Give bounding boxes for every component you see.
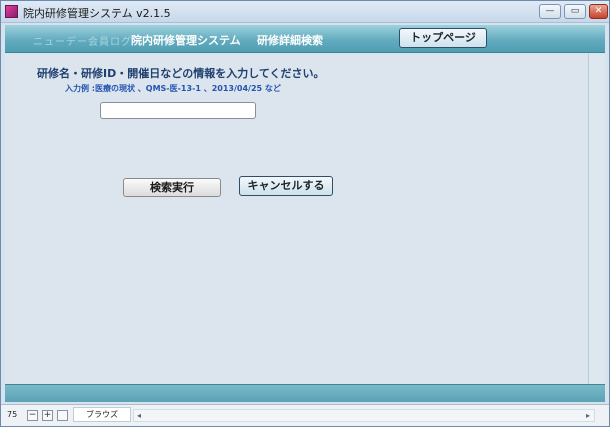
title-bar[interactable]: 院内研修管理システム v2.1.5 — ▭ ✕: [1, 1, 609, 23]
window-title: 院内研修管理システム v2.1.5: [23, 7, 171, 20]
cancel-button[interactable]: キャンセルする: [239, 176, 333, 196]
zoom-level[interactable]: 75: [7, 410, 17, 419]
minimize-button[interactable]: —: [539, 4, 561, 19]
restore-button[interactable]: ▭: [564, 4, 586, 19]
horizontal-scrollbar[interactable]: ◂ ▸: [133, 409, 595, 422]
search-execute-button[interactable]: 検索実行: [123, 178, 221, 197]
app-title: 院内研修管理システム: [131, 34, 241, 47]
zoom-out-icon[interactable]: −: [27, 410, 38, 421]
status-bar: 75 − + ブラウズ ◂ ▸: [1, 404, 609, 426]
mode-label: ブラウズ: [73, 407, 131, 422]
main-content: [5, 54, 588, 384]
scroll-right-icon[interactable]: ▸: [586, 411, 590, 420]
header-band: ニューデー会員ログ 院内研修管理システム 研修詳細検索 トップページ: [5, 25, 605, 53]
footer-band: [5, 384, 605, 402]
search-input[interactable]: [100, 102, 256, 119]
vertical-scrollbar[interactable]: [588, 54, 605, 384]
top-page-button[interactable]: トップページ: [399, 28, 487, 48]
toolbar-toggle-icon[interactable]: [57, 410, 68, 421]
app-window: 院内研修管理システム v2.1.5 — ▭ ✕ ニューデー会員ログ 院内研修管理…: [0, 0, 610, 427]
search-example: 入力例 :医療の現状 、QMS-医-13-1 、2013/04/25 など: [65, 84, 281, 93]
zoom-in-icon[interactable]: +: [42, 410, 53, 421]
page-title: 研修詳細検索: [257, 34, 323, 47]
app-icon: [5, 5, 18, 18]
search-instruction: 研修名・研修ID・開催日などの情報を入力してください。: [37, 67, 325, 80]
header-faint-text: ニューデー会員ログ: [33, 37, 132, 48]
close-button[interactable]: ✕: [589, 4, 608, 19]
scroll-left-icon[interactable]: ◂: [137, 411, 141, 420]
